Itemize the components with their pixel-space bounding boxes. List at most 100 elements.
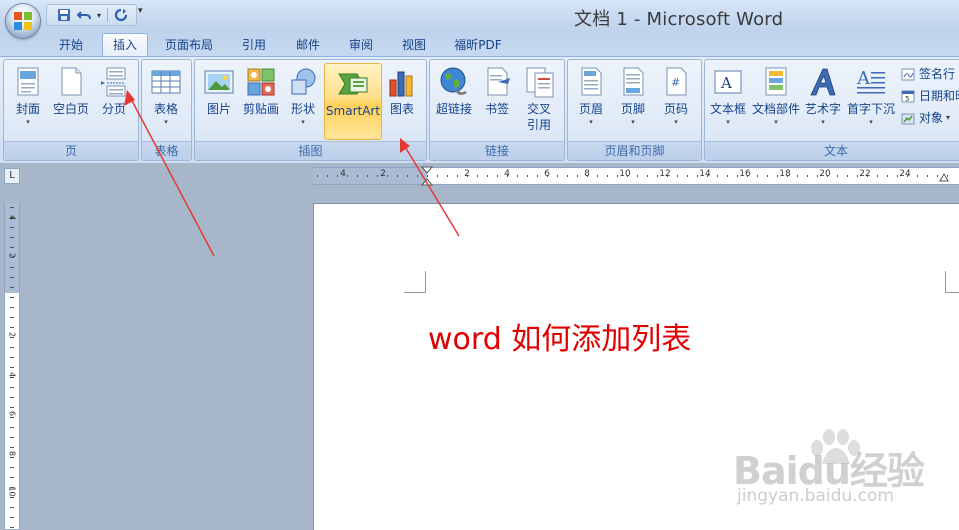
office-button[interactable]: [6, 4, 40, 38]
tab-selector-icon[interactable]: L: [4, 168, 20, 184]
tab-review[interactable]: 审阅: [341, 35, 381, 56]
chart-icon: [386, 66, 418, 98]
tab-home[interactable]: 开始: [49, 35, 93, 56]
ruler-tick: [10, 357, 14, 358]
ruler-number: 2: [380, 169, 386, 179]
ruler-tick: [537, 175, 538, 177]
smartart-button[interactable]: SmartArt: [324, 63, 382, 140]
footer-button[interactable]: 页脚 ▾: [612, 62, 654, 138]
tab-references[interactable]: 引用: [234, 35, 274, 56]
dropdown-arrow-icon: ▾: [301, 118, 305, 126]
ruler-tick: [847, 175, 848, 177]
clip-art-button[interactable]: 剪贴画: [240, 62, 282, 138]
tab-view[interactable]: 视图: [394, 35, 434, 56]
drop-cap-button[interactable]: A 首字下沉 ▾: [845, 62, 897, 138]
ruler-tick: [927, 175, 928, 177]
redo-icon[interactable]: [112, 7, 130, 23]
ribbon: 封面 ▾ 空白页 分页 页 表格 ▾ 表格 图片 剪贴画 形状 ▾ SmartA…: [0, 56, 959, 164]
tab-insert[interactable]: 插入: [102, 33, 148, 57]
ruler-tick: [10, 237, 14, 238]
customize-qat-icon[interactable]: ▾: [138, 6, 143, 16]
table-label: 表格: [153, 102, 178, 116]
wordart-button[interactable]: 艺术字 ▾: [803, 62, 843, 138]
ruler-tick: [807, 175, 808, 177]
ruler-number: 4: [504, 169, 510, 179]
bookmark-button[interactable]: 书签: [478, 62, 516, 138]
ruler-number: 18: [779, 169, 791, 179]
tab-foxit-pdf[interactable]: 福昕PDF: [446, 35, 510, 56]
picture-button[interactable]: 图片: [199, 62, 239, 138]
ruler-tick: [417, 175, 418, 177]
ruler-number: 2: [7, 331, 17, 338]
chart-label: 图表: [389, 102, 414, 116]
wordart-icon: [807, 66, 839, 98]
ruler-tick: [327, 175, 328, 177]
ruler-tick: [597, 175, 598, 177]
bookmark-icon: [481, 66, 513, 98]
ruler-tick: [937, 175, 938, 177]
table-button[interactable]: 表格 ▾: [145, 62, 187, 138]
cross-reference-button[interactable]: 交叉 引用: [518, 62, 560, 138]
dropdown-arrow-icon: ▾: [164, 118, 168, 126]
signature-line-button[interactable]: 签名行: [901, 64, 955, 84]
office-logo-icon: [14, 12, 32, 30]
crop-mark-top-left: [404, 271, 426, 293]
horizontal-ruler[interactable]: 4 2 2 4 6 8 10 12 14 16 18 20 22 24: [313, 166, 959, 186]
hyperlink-button[interactable]: 超链接: [432, 62, 476, 138]
ruler-tick: [357, 175, 358, 177]
page-break-button[interactable]: 分页: [94, 62, 134, 138]
blank-page-icon: [55, 66, 87, 98]
ruler-tick: [367, 175, 368, 177]
text-box-label: 文本框: [709, 102, 746, 116]
ruler-tick: [10, 277, 14, 278]
bookmark-label: 书签: [484, 102, 509, 116]
cover-page-button[interactable]: 封面 ▾: [8, 62, 48, 138]
group-page-label: 页: [4, 141, 138, 160]
ruler-tick: [607, 175, 608, 177]
ruler-tick: [10, 397, 14, 398]
ruler-tick: [10, 347, 14, 348]
ruler-number: 16: [739, 169, 751, 179]
watermark-url: jingyan.baidu.com: [737, 486, 894, 506]
ruler-number: 4: [7, 371, 17, 378]
drop-cap-label: 首字下沉: [846, 102, 895, 116]
ruler-tick: [10, 227, 14, 228]
cross-reference-label-line2: 引用: [526, 118, 551, 132]
shapes-button[interactable]: 形状 ▾: [284, 62, 322, 138]
group-header-footer-label: 页眉和页脚: [568, 141, 701, 160]
ruler-tick: [10, 307, 14, 308]
ruler-tick: [717, 175, 718, 177]
undo-icon[interactable]: [75, 7, 93, 23]
ruler-tick: [397, 175, 398, 177]
ruler-tick: [10, 317, 14, 318]
header-icon: [575, 66, 607, 98]
ruler-tick: [10, 387, 14, 388]
ruler-number: 22: [859, 169, 871, 179]
page-number-button[interactable]: # 页码 ▾: [655, 62, 697, 138]
tab-page-layout[interactable]: 页面布局: [156, 35, 222, 56]
indent-marker-icon[interactable]: [421, 166, 433, 186]
ruler-number: 12: [659, 169, 671, 179]
dropdown-arrow-icon: ▾: [589, 118, 593, 126]
chart-button[interactable]: 图表: [382, 62, 422, 138]
dropdown-arrow-icon[interactable]: ▾: [946, 108, 950, 128]
blank-page-button[interactable]: 空白页: [50, 62, 92, 138]
svg-text:#: #: [671, 76, 680, 89]
save-icon[interactable]: [55, 7, 73, 23]
quick-parts-button[interactable]: 文档部件 ▾: [751, 62, 801, 138]
date-time-button[interactable]: 5 日期和时: [901, 86, 959, 106]
document-text[interactable]: word 如何添加列表: [428, 314, 691, 358]
ruler-number: 2: [7, 252, 17, 259]
object-button[interactable]: 对象 ▾: [901, 108, 950, 128]
vertical-ruler[interactable]: 4 2 2 4 6 8 10: [4, 203, 20, 529]
svg-text:5: 5: [905, 95, 909, 103]
ruler-number: 8: [584, 169, 590, 179]
right-indent-marker-icon[interactable]: [939, 172, 949, 182]
group-text-label: 文本: [705, 141, 959, 160]
tab-mailings[interactable]: 邮件: [288, 35, 328, 56]
text-box-button[interactable]: A 文本框 ▾: [707, 62, 749, 138]
header-button[interactable]: 页眉 ▾: [570, 62, 612, 138]
object-icon: [901, 113, 915, 124]
undo-dropdown-icon[interactable]: ▾: [95, 11, 103, 20]
ruler-tick: [10, 247, 14, 248]
